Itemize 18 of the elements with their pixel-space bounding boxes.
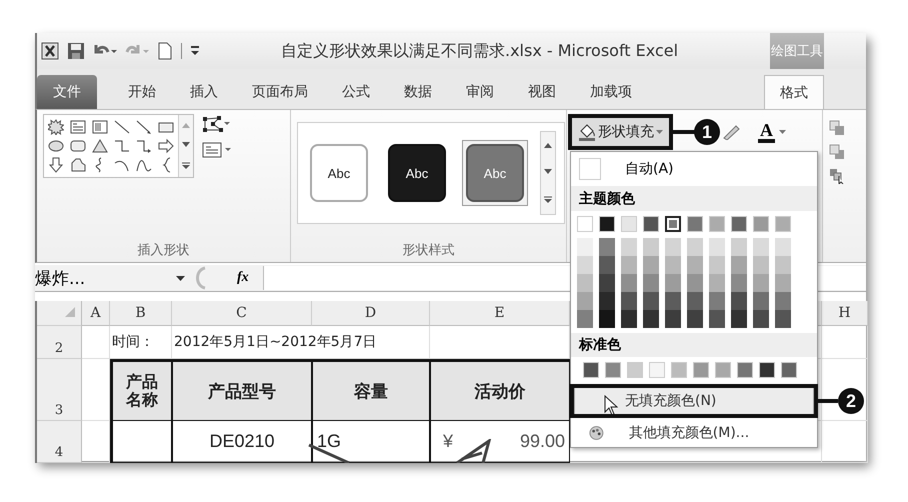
cell-text: 产品型号 xyxy=(208,380,276,402)
window-title: 自定义形状效果以满足不同需求.xlsx - Microsoft Excel xyxy=(281,40,678,62)
callout-number: 1 xyxy=(694,119,720,145)
group-label: 插入形状 xyxy=(136,242,190,260)
cell-text: 活动价 xyxy=(474,380,526,402)
cell-text: 2012年5月1日~2012年5月7日 xyxy=(173,333,377,351)
menu-section-heading: 标准色 xyxy=(571,333,817,357)
menu-section-heading: 主题颜色 xyxy=(571,187,817,211)
cell-text: DE0210 xyxy=(209,431,275,452)
cell-text: 产品名称 xyxy=(126,373,158,409)
currency-symbol: ¥ xyxy=(443,431,454,452)
context-tab-label: 绘图工具 xyxy=(770,33,824,69)
callout-number: 2 xyxy=(838,388,864,414)
cell-text: 1G xyxy=(317,431,342,452)
cell-text: 时间： xyxy=(111,333,154,351)
cell-text: 容量 xyxy=(354,380,388,402)
group-label: 形状样式 xyxy=(402,242,456,260)
price-value: 99.00 xyxy=(520,431,565,452)
